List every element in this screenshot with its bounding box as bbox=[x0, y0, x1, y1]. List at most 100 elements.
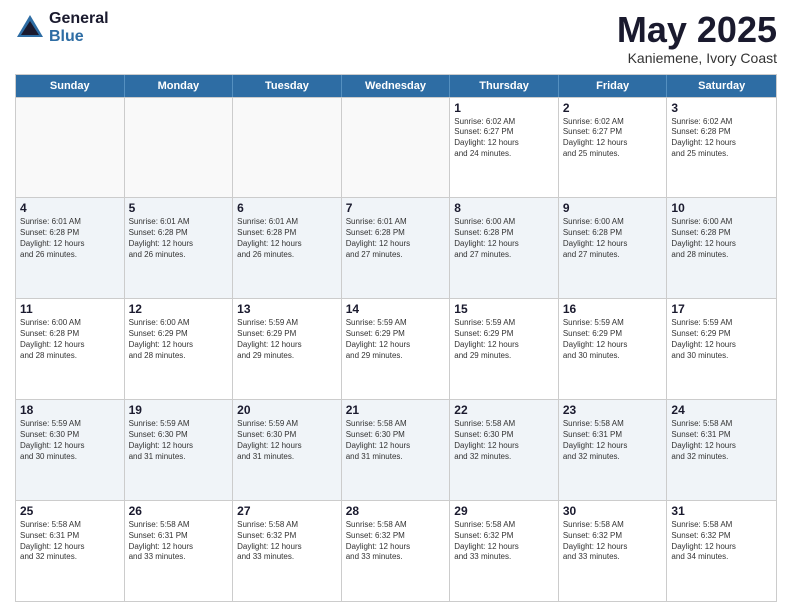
cal-cell-18: 18 Sunrise: 5:59 AMSunset: 6:30 PMDayligh… bbox=[16, 400, 125, 500]
cell-info: Sunrise: 6:00 AMSunset: 6:29 PMDaylight:… bbox=[129, 318, 229, 361]
day-number: 18 bbox=[20, 403, 120, 417]
calendar-header: SundayMondayTuesdayWednesdayThursdayFrid… bbox=[16, 75, 776, 97]
day-number: 23 bbox=[563, 403, 663, 417]
day-number: 5 bbox=[129, 201, 229, 215]
week-row-5: 25 Sunrise: 5:58 AMSunset: 6:31 PMDayligh… bbox=[16, 500, 776, 601]
cal-cell-12: 12 Sunrise: 6:00 AMSunset: 6:29 PMDayligh… bbox=[125, 299, 234, 399]
cell-info: Sunrise: 6:00 AMSunset: 6:28 PMDaylight:… bbox=[563, 217, 663, 260]
logo-blue: Blue bbox=[49, 28, 109, 46]
day-number: 22 bbox=[454, 403, 554, 417]
cell-info: Sunrise: 5:58 AMSunset: 6:31 PMDaylight:… bbox=[563, 419, 663, 462]
day-number: 15 bbox=[454, 302, 554, 316]
day-number: 25 bbox=[20, 504, 120, 518]
cell-info: Sunrise: 5:58 AMSunset: 6:32 PMDaylight:… bbox=[454, 520, 554, 563]
logo-icon bbox=[15, 13, 45, 43]
cal-cell-10: 10 Sunrise: 6:00 AMSunset: 6:28 PMDayligh… bbox=[667, 198, 776, 298]
day-header-tuesday: Tuesday bbox=[233, 75, 342, 97]
cal-cell-7: 7Sunrise: 6:01 AMSunset: 6:28 PMDaylight… bbox=[342, 198, 451, 298]
week-row-1: 1 Sunrise: 6:02 AMSunset: 6:27 PMDaylight… bbox=[16, 97, 776, 198]
cell-info: Sunrise: 5:58 AMSunset: 6:32 PMDaylight:… bbox=[346, 520, 446, 563]
cell-info: Sunrise: 6:00 AMSunset: 6:28 PMDaylight:… bbox=[20, 318, 120, 361]
day-number: 29 bbox=[454, 504, 554, 518]
day-number: 3 bbox=[671, 101, 772, 115]
cell-info: Sunrise: 6:01 AMSunset: 6:28 PMDaylight:… bbox=[346, 217, 446, 260]
day-number: 1 bbox=[454, 101, 554, 115]
cal-cell-21: 21 Sunrise: 5:58 AMSunset: 6:30 PMDayligh… bbox=[342, 400, 451, 500]
logo: General Blue bbox=[15, 10, 109, 45]
cal-cell-4: 4Sunrise: 6:01 AMSunset: 6:28 PMDaylight… bbox=[16, 198, 125, 298]
cal-cell-30: 30Sunrise: 5:58 AMSunset: 6:32 PMDayligh… bbox=[559, 501, 668, 601]
day-number: 21 bbox=[346, 403, 446, 417]
day-number: 9 bbox=[563, 201, 663, 215]
cal-cell-31: 31 Sunrise: 5:58 AMSunset: 6:32 PMDayligh… bbox=[667, 501, 776, 601]
cal-cell-16: 16 Sunrise: 5:59 AMSunset: 6:29 PMDayligh… bbox=[559, 299, 668, 399]
cal-cell-13: 13 Sunrise: 5:59 AMSunset: 6:29 PMDayligh… bbox=[233, 299, 342, 399]
day-number: 31 bbox=[671, 504, 772, 518]
logo-general: General bbox=[49, 10, 109, 28]
day-number: 16 bbox=[563, 302, 663, 316]
day-header-thursday: Thursday bbox=[450, 75, 559, 97]
calendar-body: 1 Sunrise: 6:02 AMSunset: 6:27 PMDaylight… bbox=[16, 97, 776, 601]
week-row-4: 18 Sunrise: 5:59 AMSunset: 6:30 PMDayligh… bbox=[16, 399, 776, 500]
week-row-2: 4Sunrise: 6:01 AMSunset: 6:28 PMDaylight… bbox=[16, 197, 776, 298]
cal-cell-5: 5 Sunrise: 6:01 AMSunset: 6:28 PMDaylight… bbox=[125, 198, 234, 298]
cell-info: Sunrise: 5:58 AMSunset: 6:31 PMDaylight:… bbox=[671, 419, 772, 462]
cell-info: Sunrise: 6:02 AMSunset: 6:28 PMDaylight:… bbox=[671, 117, 772, 160]
day-number: 11 bbox=[20, 302, 120, 316]
cal-cell-empty bbox=[16, 98, 125, 198]
cal-cell-3: 3 Sunrise: 6:02 AMSunset: 6:28 PMDaylight… bbox=[667, 98, 776, 198]
cell-info: Sunrise: 6:00 AMSunset: 6:28 PMDaylight:… bbox=[671, 217, 772, 260]
cell-info: Sunrise: 6:01 AMSunset: 6:28 PMDaylight:… bbox=[20, 217, 120, 260]
day-number: 24 bbox=[671, 403, 772, 417]
day-number: 19 bbox=[129, 403, 229, 417]
day-number: 2 bbox=[563, 101, 663, 115]
cal-cell-24: 24 Sunrise: 5:58 AMSunset: 6:31 PMDayligh… bbox=[667, 400, 776, 500]
cal-cell-20: 20Sunrise: 5:59 AMSunset: 6:30 PMDayligh… bbox=[233, 400, 342, 500]
cal-cell-28: 28 Sunrise: 5:58 AMSunset: 6:32 PMDayligh… bbox=[342, 501, 451, 601]
day-number: 10 bbox=[671, 201, 772, 215]
cell-info: Sunrise: 5:59 AMSunset: 6:29 PMDaylight:… bbox=[671, 318, 772, 361]
cell-info: Sunrise: 6:02 AMSunset: 6:27 PMDaylight:… bbox=[454, 117, 554, 160]
day-number: 8 bbox=[454, 201, 554, 215]
cal-cell-17: 17Sunrise: 5:59 AMSunset: 6:29 PMDayligh… bbox=[667, 299, 776, 399]
cell-info: Sunrise: 5:58 AMSunset: 6:32 PMDaylight:… bbox=[237, 520, 337, 563]
cell-info: Sunrise: 5:59 AMSunset: 6:29 PMDaylight:… bbox=[454, 318, 554, 361]
day-number: 30 bbox=[563, 504, 663, 518]
page: General Blue May 2025 Kaniemene, Ivory C… bbox=[0, 0, 792, 612]
day-number: 6 bbox=[237, 201, 337, 215]
day-header-friday: Friday bbox=[559, 75, 668, 97]
cell-info: Sunrise: 5:58 AMSunset: 6:32 PMDaylight:… bbox=[671, 520, 772, 563]
day-number: 12 bbox=[129, 302, 229, 316]
day-number: 13 bbox=[237, 302, 337, 316]
cal-cell-25: 25 Sunrise: 5:58 AMSunset: 6:31 PMDayligh… bbox=[16, 501, 125, 601]
day-header-monday: Monday bbox=[125, 75, 234, 97]
cal-cell-1: 1 Sunrise: 6:02 AMSunset: 6:27 PMDaylight… bbox=[450, 98, 559, 198]
cell-info: Sunrise: 5:59 AMSunset: 6:30 PMDaylight:… bbox=[20, 419, 120, 462]
day-number: 14 bbox=[346, 302, 446, 316]
cell-info: Sunrise: 5:59 AMSunset: 6:29 PMDaylight:… bbox=[237, 318, 337, 361]
cell-info: Sunrise: 5:58 AMSunset: 6:30 PMDaylight:… bbox=[346, 419, 446, 462]
header: General Blue May 2025 Kaniemene, Ivory C… bbox=[15, 10, 777, 66]
cell-info: Sunrise: 5:58 AMSunset: 6:30 PMDaylight:… bbox=[454, 419, 554, 462]
cell-info: Sunrise: 5:58 AMSunset: 6:31 PMDaylight:… bbox=[20, 520, 120, 563]
day-number: 27 bbox=[237, 504, 337, 518]
cell-info: Sunrise: 5:59 AMSunset: 6:29 PMDaylight:… bbox=[346, 318, 446, 361]
cal-cell-26: 26Sunrise: 5:58 AMSunset: 6:31 PMDayligh… bbox=[125, 501, 234, 601]
cal-cell-empty bbox=[233, 98, 342, 198]
logo-text: General Blue bbox=[49, 10, 109, 45]
day-number: 28 bbox=[346, 504, 446, 518]
cell-info: Sunrise: 6:01 AMSunset: 6:28 PMDaylight:… bbox=[237, 217, 337, 260]
cell-info: Sunrise: 6:00 AMSunset: 6:28 PMDaylight:… bbox=[454, 217, 554, 260]
location: Kaniemene, Ivory Coast bbox=[617, 50, 777, 66]
cal-cell-22: 22 Sunrise: 5:58 AMSunset: 6:30 PMDayligh… bbox=[450, 400, 559, 500]
cell-info: Sunrise: 5:59 AMSunset: 6:30 PMDaylight:… bbox=[237, 419, 337, 462]
cell-info: Sunrise: 5:59 AMSunset: 6:30 PMDaylight:… bbox=[129, 419, 229, 462]
cal-cell-23: 23 Sunrise: 5:58 AMSunset: 6:31 PMDayligh… bbox=[559, 400, 668, 500]
cell-info: Sunrise: 5:59 AMSunset: 6:29 PMDaylight:… bbox=[563, 318, 663, 361]
cell-info: Sunrise: 5:58 AMSunset: 6:31 PMDaylight:… bbox=[129, 520, 229, 563]
cal-cell-15: 15 Sunrise: 5:59 AMSunset: 6:29 PMDayligh… bbox=[450, 299, 559, 399]
day-header-sunday: Sunday bbox=[16, 75, 125, 97]
cell-info: Sunrise: 6:01 AMSunset: 6:28 PMDaylight:… bbox=[129, 217, 229, 260]
day-header-saturday: Saturday bbox=[667, 75, 776, 97]
week-row-3: 11 Sunrise: 6:00 AMSunset: 6:28 PMDayligh… bbox=[16, 298, 776, 399]
